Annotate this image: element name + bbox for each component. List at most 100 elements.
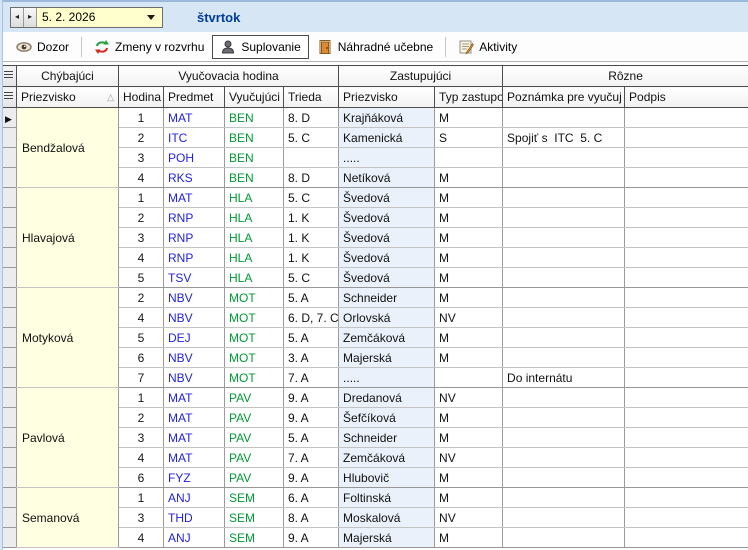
- cell-zastupujuci[interactable]: .....: [339, 148, 435, 168]
- cell-vyucujuci[interactable]: MOT: [225, 368, 284, 388]
- cell-predmet[interactable]: MAT: [164, 388, 225, 408]
- cell-typ[interactable]: M: [435, 208, 503, 228]
- cell-podpis[interactable]: [625, 368, 748, 388]
- cell-hodina[interactable]: 1: [119, 188, 164, 208]
- cell-podpis[interactable]: [625, 308, 748, 328]
- cell-hodina[interactable]: 2: [119, 208, 164, 228]
- cell-podpis[interactable]: [625, 488, 748, 508]
- cell-typ[interactable]: NV: [435, 508, 503, 528]
- column-header-poznamka[interactable]: Poznámka pre vyučuj: [503, 87, 625, 108]
- column-header-hodina[interactable]: Hodina: [119, 87, 164, 108]
- cell-trieda[interactable]: 6. D, 7. C, 8: [284, 308, 339, 328]
- cell-poznamka[interactable]: [503, 108, 625, 128]
- cell-podpis[interactable]: [625, 508, 748, 528]
- cell-poznamka[interactable]: [503, 228, 625, 248]
- cell-trieda[interactable]: 8. D: [284, 108, 339, 128]
- cell-zastupujuci[interactable]: Švedová: [339, 248, 435, 268]
- cell-poznamka[interactable]: [503, 248, 625, 268]
- cell-vyucujuci[interactable]: BEN: [225, 148, 284, 168]
- cell-vyucujuci[interactable]: MOT: [225, 288, 284, 308]
- cell-predmet[interactable]: MAT: [164, 428, 225, 448]
- cell-typ[interactable]: M: [435, 328, 503, 348]
- cell-zastupujuci[interactable]: Zemčáková: [339, 328, 435, 348]
- cell-zastupujuci[interactable]: Švedová: [339, 188, 435, 208]
- cell-poznamka[interactable]: [503, 148, 625, 168]
- cell-poznamka[interactable]: [503, 288, 625, 308]
- cell-poznamka[interactable]: [503, 308, 625, 328]
- cell-hodina[interactable]: 5: [119, 328, 164, 348]
- cell-poznamka[interactable]: [503, 508, 625, 528]
- cell-zastupujuci[interactable]: Orlovská: [339, 308, 435, 328]
- cell-poznamka[interactable]: [503, 188, 625, 208]
- cell-podpis[interactable]: [625, 408, 748, 428]
- cell-trieda[interactable]: [284, 148, 339, 168]
- cell-zastupujuci[interactable]: Dredanová: [339, 388, 435, 408]
- cell-typ[interactable]: M: [435, 108, 503, 128]
- cell-typ[interactable]: M: [435, 268, 503, 288]
- cell-predmet[interactable]: RNP: [164, 248, 225, 268]
- cell-podpis[interactable]: [625, 528, 748, 548]
- cell-typ[interactable]: M: [435, 228, 503, 248]
- cell-zastupujuci[interactable]: Šefčíková: [339, 408, 435, 428]
- cell-poznamka[interactable]: Spojiť s ITC 5. C: [503, 128, 625, 148]
- cell-vyucujuci[interactable]: BEN: [225, 128, 284, 148]
- cell-vyucujuci[interactable]: PAV: [225, 428, 284, 448]
- cell-hodina[interactable]: 4: [119, 168, 164, 188]
- cell-hodina[interactable]: 3: [119, 428, 164, 448]
- cell-hodina[interactable]: 1: [119, 488, 164, 508]
- column-header-priezvisko-chybajuci[interactable]: Priezvisko△: [17, 87, 119, 108]
- cell-trieda[interactable]: 9. A: [284, 528, 339, 548]
- cell-predmet[interactable]: ITC: [164, 128, 225, 148]
- date-field[interactable]: 5. 2. 2026: [37, 8, 140, 27]
- suplovanie-button[interactable]: Suplovanie: [212, 35, 308, 59]
- cell-typ[interactable]: M: [435, 468, 503, 488]
- missing-teacher-cell[interactable]: Semanová: [17, 488, 119, 548]
- cell-typ[interactable]: M: [435, 528, 503, 548]
- cell-hodina[interactable]: 2: [119, 408, 164, 428]
- cell-podpis[interactable]: [625, 128, 748, 148]
- cell-podpis[interactable]: [625, 168, 748, 188]
- cell-vyucujuci[interactable]: PAV: [225, 468, 284, 488]
- cell-hodina[interactable]: 4: [119, 248, 164, 268]
- cell-trieda[interactable]: 5. C: [284, 188, 339, 208]
- cell-zastupujuci[interactable]: Zemčáková: [339, 448, 435, 468]
- cell-poznamka[interactable]: Do internátu: [503, 368, 625, 388]
- cell-poznamka[interactable]: [503, 268, 625, 288]
- cell-trieda[interactable]: 3. A: [284, 348, 339, 368]
- cell-zastupujuci[interactable]: Moskalová: [339, 508, 435, 528]
- cell-vyucujuci[interactable]: PAV: [225, 408, 284, 428]
- cell-predmet[interactable]: RNP: [164, 228, 225, 248]
- cell-typ[interactable]: M: [435, 188, 503, 208]
- cell-poznamka[interactable]: [503, 388, 625, 408]
- cell-vyucujuci[interactable]: BEN: [225, 108, 284, 128]
- cell-trieda[interactable]: 1. K: [284, 248, 339, 268]
- missing-teacher-cell[interactable]: Motyková: [17, 288, 119, 388]
- column-header-trieda[interactable]: Trieda: [284, 87, 339, 108]
- date-next-button[interactable]: ▸: [24, 8, 37, 27]
- cell-podpis[interactable]: [625, 188, 748, 208]
- cell-trieda[interactable]: 5. A: [284, 328, 339, 348]
- cell-zastupujuci[interactable]: Kamenická: [339, 128, 435, 148]
- cell-podpis[interactable]: [625, 468, 748, 488]
- cell-trieda[interactable]: 5. A: [284, 288, 339, 308]
- cell-zastupujuci[interactable]: Švedová: [339, 208, 435, 228]
- cell-trieda[interactable]: 5. C: [284, 268, 339, 288]
- cell-poznamka[interactable]: [503, 468, 625, 488]
- cell-vyucujuci[interactable]: MOT: [225, 308, 284, 328]
- cell-podpis[interactable]: [625, 348, 748, 368]
- cell-predmet[interactable]: MAT: [164, 448, 225, 468]
- cell-vyucujuci[interactable]: MOT: [225, 328, 284, 348]
- cell-podpis[interactable]: [625, 228, 748, 248]
- cell-zastupujuci[interactable]: Majerská: [339, 528, 435, 548]
- cell-poznamka[interactable]: [503, 328, 625, 348]
- cell-typ[interactable]: NV: [435, 308, 503, 328]
- cell-podpis[interactable]: [625, 328, 748, 348]
- cell-zastupujuci[interactable]: Švedová: [339, 228, 435, 248]
- cell-predmet[interactable]: RNP: [164, 208, 225, 228]
- cell-predmet[interactable]: MAT: [164, 408, 225, 428]
- cell-poznamka[interactable]: [503, 168, 625, 188]
- cell-trieda[interactable]: 1. K: [284, 208, 339, 228]
- cell-typ[interactable]: NV: [435, 448, 503, 468]
- cell-predmet[interactable]: POH: [164, 148, 225, 168]
- cell-trieda[interactable]: 7. A: [284, 368, 339, 388]
